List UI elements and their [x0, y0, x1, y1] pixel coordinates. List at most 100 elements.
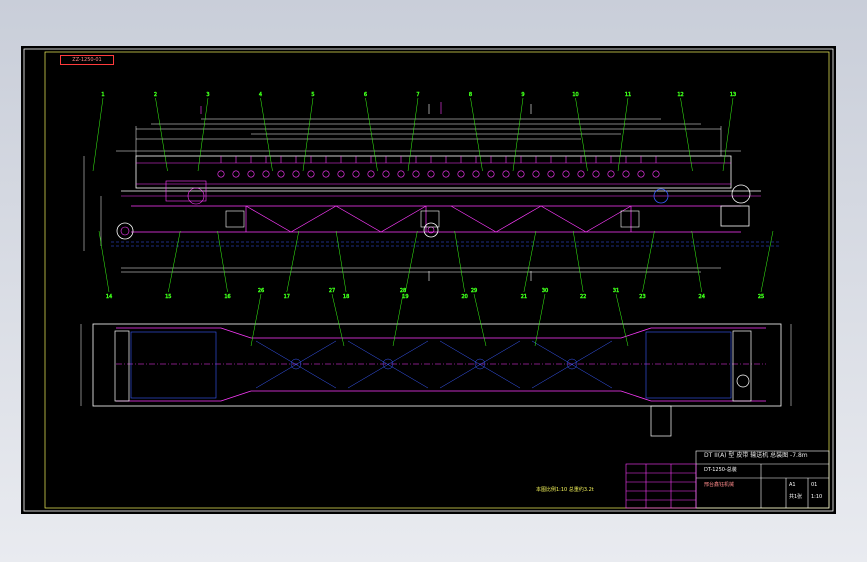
- idler-roller: [652, 170, 660, 178]
- sheet-inner-frame: [44, 51, 830, 509]
- idler-roller: [607, 170, 615, 178]
- idler-roller: [427, 170, 435, 178]
- idler-roller: [637, 170, 645, 178]
- idler-roller: [577, 170, 585, 178]
- part-balloon: 22: [580, 294, 586, 300]
- part-balloon: 9: [521, 92, 524, 98]
- leader-line: [98, 230, 110, 293]
- idler-roller: [442, 170, 450, 178]
- leader-line: [217, 230, 228, 293]
- part-balloon: 16: [224, 294, 230, 300]
- part-balloon: 7: [416, 92, 419, 98]
- leader-line: [523, 230, 537, 293]
- part-balloon: 18: [343, 294, 349, 300]
- leader-line: [760, 230, 774, 293]
- part-balloon: 1: [101, 92, 104, 98]
- part-balloon: 20: [461, 294, 467, 300]
- leader-line: [92, 97, 104, 172]
- leader-line: [407, 97, 419, 172]
- leader-line: [454, 230, 465, 293]
- idler-roller: [412, 170, 420, 178]
- leader-line: [617, 97, 629, 172]
- part-balloon: 19: [402, 294, 408, 300]
- part-balloon: 4: [259, 92, 262, 98]
- plan-view: 26 27 28 29 30 31: [80, 288, 792, 437]
- idler-roller: [352, 170, 360, 178]
- part-balloon: 10: [572, 92, 578, 98]
- idler-roller: [277, 170, 285, 178]
- idler-roller: [307, 170, 315, 178]
- leader-line: [260, 97, 273, 172]
- drawing-tag: ZZ-1250-01: [60, 55, 114, 65]
- part-balloon: 24: [699, 294, 705, 300]
- drawing-number: DT-1250-总装: [704, 467, 737, 473]
- part-balloon: 31: [613, 288, 619, 294]
- idler-roller: [622, 170, 630, 178]
- leader-line: [405, 230, 418, 293]
- part-balloon: 8: [469, 92, 472, 98]
- idler-roller: [217, 170, 225, 178]
- part-balloon: 17: [284, 294, 290, 300]
- idler-roller: [322, 170, 330, 178]
- tail-pulley: [116, 222, 134, 240]
- company-name: 邢台鑫钰机械: [704, 482, 735, 488]
- leader-line: [302, 97, 314, 172]
- leader-line: [572, 230, 584, 293]
- leader-line: [470, 97, 483, 172]
- engineering-drawing: 1 2 3 4 5 6 7 8 9 10 11 12 13 14 15 16 17 18 19 20 21 22 23 24…: [23, 48, 834, 512]
- idler-roller: [502, 170, 510, 178]
- part-balloon: 26: [258, 288, 264, 294]
- idler-roller: [367, 170, 375, 178]
- sheet-code: A1: [789, 482, 796, 488]
- sheet-count: 共1张: [789, 494, 803, 500]
- part-balloon: 6: [364, 92, 367, 98]
- part-balloon: 14: [106, 294, 112, 300]
- idler-roller: [247, 170, 255, 178]
- scale-label: 1:10: [811, 494, 823, 500]
- leader-line: [365, 97, 378, 172]
- leader-line: [512, 97, 524, 172]
- part-balloon: 12: [677, 92, 683, 98]
- part-balloon: 11: [625, 92, 631, 98]
- part-balloon: 15: [165, 294, 171, 300]
- idler-roller: [562, 170, 570, 178]
- drawing-note: 本图比例1:10 总重约3.2t: [536, 487, 594, 493]
- leader-line: [155, 97, 168, 172]
- leader-line: [197, 97, 209, 172]
- idler-roller: [397, 170, 405, 178]
- part-balloon: 23: [639, 294, 645, 300]
- part-balloon: 28: [400, 288, 406, 294]
- leader-line: [286, 230, 300, 293]
- idler-roller: [232, 170, 240, 178]
- part-balloon: 21: [521, 294, 527, 300]
- leader-line: [691, 230, 702, 293]
- elevation-view: 1 2 3 4 5 6 7 8 9 10 11 12 13 14 15 16 17 18 19 20 21 22 23 24…: [83, 92, 781, 300]
- idler-roller: [292, 170, 300, 178]
- idler-roller: [592, 170, 600, 178]
- part-balloon: 30: [542, 288, 548, 294]
- part-balloon: 2: [154, 92, 157, 98]
- leader-line: [335, 230, 347, 293]
- part-balloon: 5: [311, 92, 314, 98]
- part-balloon: 3: [206, 92, 209, 98]
- leader-line: [168, 230, 181, 293]
- part-balloon: 25: [758, 294, 764, 300]
- idler-roller: [262, 170, 270, 178]
- title-line: DT II(A) 型 皮带 输送机 总装图 -7.8m: [704, 452, 808, 459]
- leader-line: [642, 230, 655, 293]
- idler-roller: [487, 170, 495, 178]
- idler-roller: [547, 170, 555, 178]
- idler-roller: [382, 170, 390, 178]
- leader-line: [680, 97, 693, 172]
- idler-roller: [457, 170, 465, 178]
- leader-line: [722, 97, 734, 172]
- revision: 01: [811, 482, 818, 488]
- idler-roller: [532, 170, 540, 178]
- part-balloon: 27: [329, 288, 335, 294]
- sheet-outer-frame: [23, 48, 834, 512]
- idler-roller: [517, 170, 525, 178]
- cad-viewport: 1 2 3 4 5 6 7 8 9 10 11 12 13 14 15 16 17 18 19 20 21 22 23 24…: [0, 0, 867, 562]
- idler-roller: [337, 170, 345, 178]
- idler-roller: [472, 170, 480, 178]
- drawing-canvas[interactable]: 1 2 3 4 5 6 7 8 9 10 11 12 13 14 15 16 17 18 19 20 21 22 23 24…: [21, 46, 836, 514]
